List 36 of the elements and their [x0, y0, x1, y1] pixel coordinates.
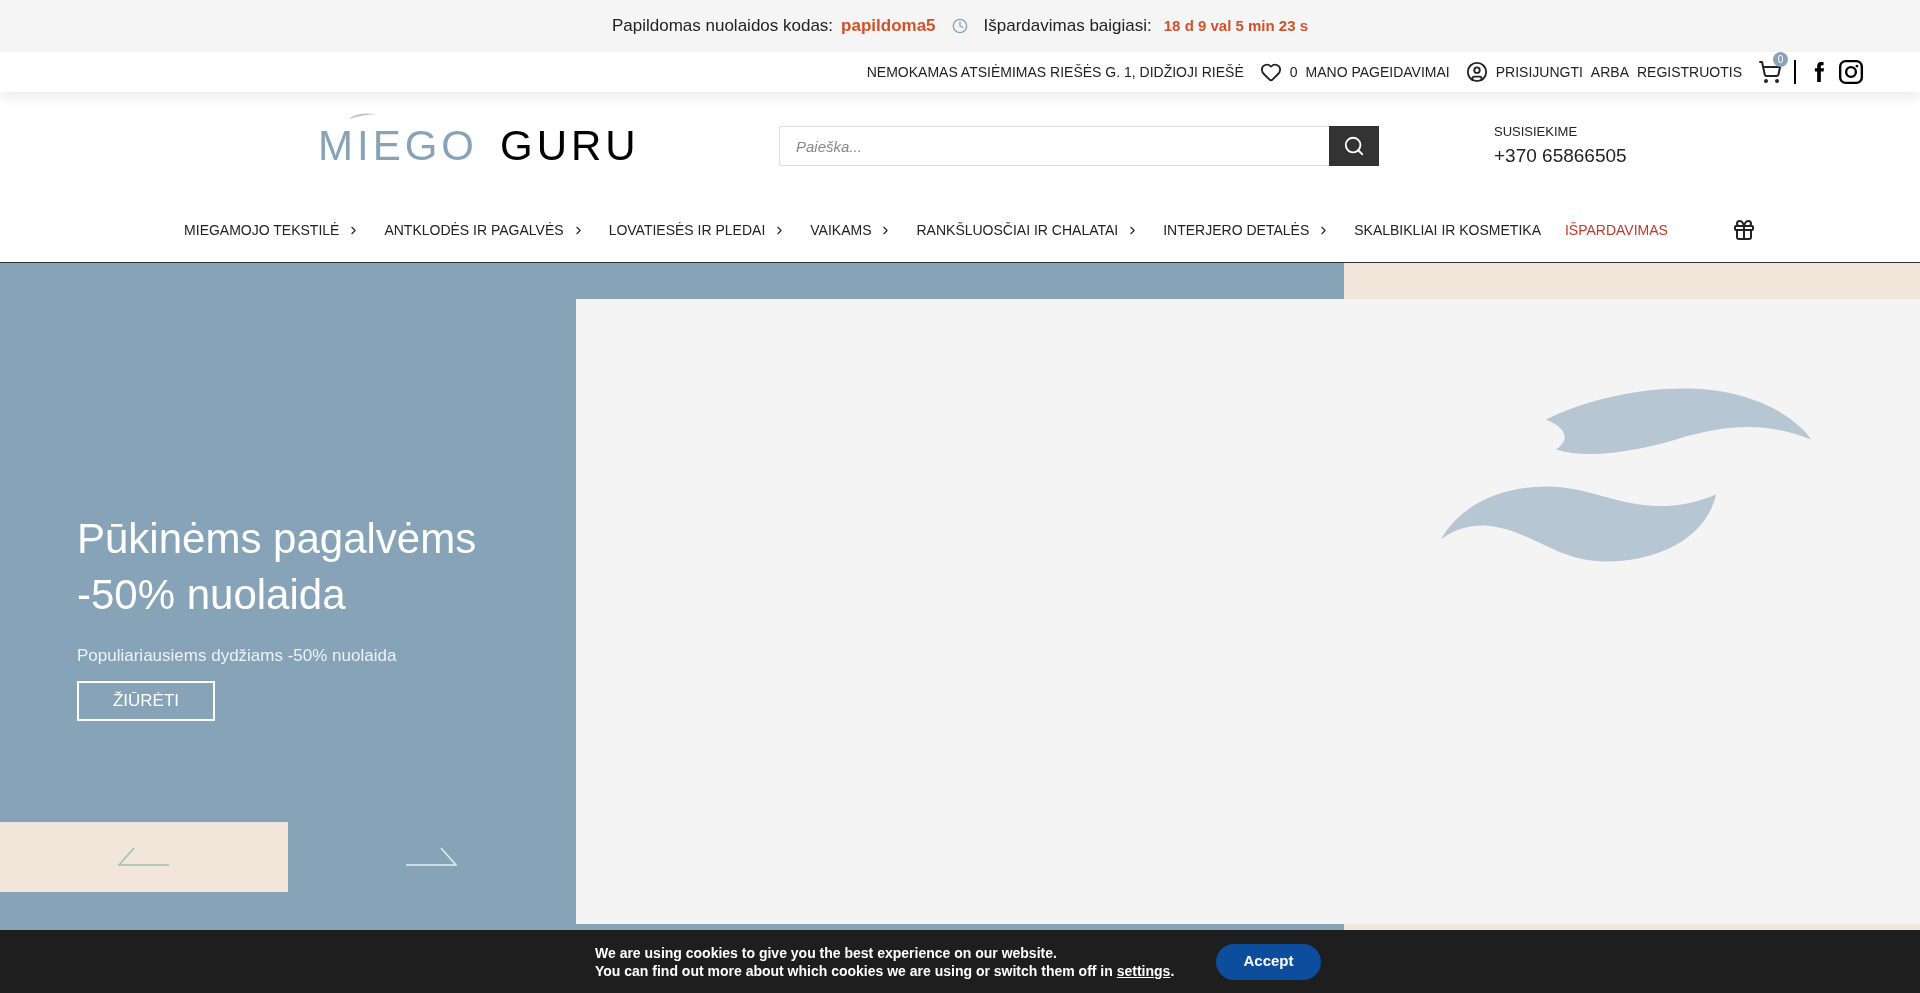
- logo-second[interactable]: GURU: [500, 125, 640, 167]
- countdown: 18 d 9 val 5 min 23 s: [1163, 15, 1309, 36]
- cookie-details: You can find out more about which cookies we are using or switch them off in settings.: [595, 961, 1176, 980]
- nav-link[interactable]: INTERJERO DETALĖS: [1163, 219, 1310, 241]
- login-link[interactable]: PRISIJUNGTI: [1495, 61, 1583, 83]
- search-button[interactable]: [1329, 126, 1379, 166]
- hero-title: Pūkinėms pagalvėms -50% nuolaida: [77, 514, 478, 620]
- pickup-info: NEMOKAMAS ATSIĖMIMAS RIEŠĖS G. 1, DIDŽIOJI RIEŠĖ: [866, 62, 1244, 82]
- accept-button[interactable]: Accept: [1216, 943, 1321, 980]
- cookie-message: We are using cookies to give you the best experience on our website.: [595, 943, 1058, 962]
- nav-link[interactable]: LOVATIESĖS IR PLEDAI: [608, 219, 766, 241]
- search-icon: [1343, 135, 1365, 157]
- nav-link[interactable]: VAIKAMS: [810, 219, 872, 241]
- nav-link[interactable]: RANKŠLUOSČIAI IR CHALATAI: [916, 219, 1119, 241]
- phone-number[interactable]: +370 65866505: [1494, 141, 1627, 170]
- gift-icon[interactable]: [1731, 218, 1756, 242]
- register-link[interactable]: REGISTRUOTIS: [1637, 61, 1742, 83]
- countdown-label: Išpardavimas baigiasi:: [983, 15, 1152, 38]
- user-icon[interactable]: [1465, 61, 1488, 83]
- wishlist-count: 0: [1289, 62, 1298, 82]
- search-field[interactable]: Paieška...: [779, 126, 1329, 166]
- nav-link[interactable]: SKALBIKLIAI IR KOSMETIKA: [1354, 219, 1541, 241]
- promo-code: papildoma5: [841, 15, 936, 38]
- instagram-icon[interactable]: [1838, 59, 1864, 85]
- cart-count: 0: [1773, 52, 1788, 67]
- or-text: ARBA: [1590, 62, 1629, 82]
- nav-link[interactable]: IŠPARDAVIMAS: [1564, 219, 1668, 241]
- promo-label: Papildomas nuolaidos kodas:: [611, 15, 834, 38]
- nav-link[interactable]: ANTKLODĖS IR PAGALVĖS: [384, 219, 564, 241]
- wishlist-link[interactable]: MANO PAGEIDAVIMAI: [1305, 61, 1450, 83]
- settings-link[interactable]: settings: [1116, 962, 1171, 979]
- heart-icon[interactable]: [1259, 61, 1282, 83]
- nav-link[interactable]: MIEGAMOJO TEKSTILĖ: [184, 219, 340, 241]
- hero-subtitle: Populiariausiems dydžiams -50% nuolaida: [77, 645, 398, 667]
- clock-icon: [951, 18, 968, 34]
- contact-label: SUSISIEKIME: [1494, 123, 1579, 141]
